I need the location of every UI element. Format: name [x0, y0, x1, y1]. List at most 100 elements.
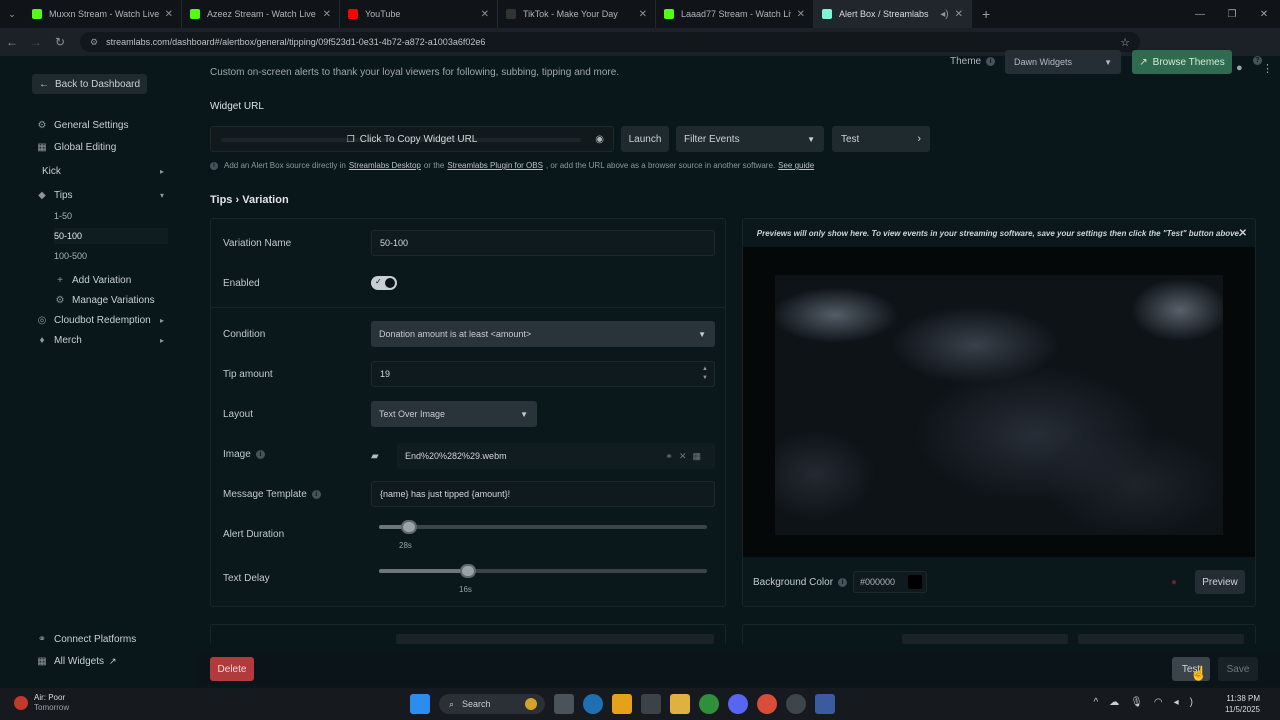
color-swatch[interactable] — [908, 575, 922, 589]
maximize-icon[interactable]: ❐ — [1216, 9, 1248, 20]
obs-plugin-link[interactable]: Streamlabs Plugin for OBS — [447, 161, 543, 170]
alert-duration-slider[interactable] — [379, 520, 707, 534]
tab-close-icon[interactable]: ✕ — [639, 9, 647, 20]
browser-menu-icon[interactable]: ⋮ — [1262, 62, 1273, 75]
manage-variations-button[interactable]: ⚙ Manage Variations — [54, 295, 164, 306]
variation-name-input[interactable]: 50-100 — [371, 230, 715, 256]
test-event-select[interactable]: Test › — [832, 126, 930, 152]
sidebar-subitem-variation[interactable]: 1-50 — [54, 211, 72, 221]
sidebar-item-kick[interactable]: Kick ▸ — [42, 166, 164, 177]
info-icon[interactable]: i — [311, 490, 321, 499]
sidebar-item-cloudbot[interactable]: ◎ Cloudbot Redemption ▸ — [36, 315, 164, 326]
windows-start-icon[interactable] — [410, 694, 430, 714]
record-icon[interactable]: ● — [1171, 577, 1177, 588]
edge-icon[interactable] — [583, 694, 603, 714]
browser-tab[interactable]: Laaad77 Stream - Watch Live o ✕ — [656, 0, 814, 28]
back-to-dashboard-button[interactable]: ← Back to Dashboard — [32, 74, 148, 94]
sidebar-item-global-editing[interactable]: ▦ Global Editing — [36, 142, 164, 153]
discord-icon[interactable] — [728, 694, 748, 714]
chrome-icon[interactable] — [757, 694, 777, 714]
theme-select[interactable]: Dawn Widgets ▼ — [1005, 50, 1121, 74]
sidebar-subitem-variation-selected[interactable]: 50-100 — [54, 228, 168, 244]
file-explorer-icon[interactable] — [670, 694, 690, 714]
close-icon[interactable]: ✕ — [1239, 228, 1247, 239]
link-icon[interactable]: ⚭ — [665, 451, 679, 461]
wifi-icon[interactable]: ◠ — [1154, 697, 1174, 708]
url-field[interactable]: ⚙ streamlabs.com/dashboard#/alertbox/gen… — [80, 32, 1140, 52]
store-icon[interactable] — [641, 694, 661, 714]
condition-select[interactable]: Donation amount is at least <amount> ▼ — [371, 321, 715, 347]
security-shield-icon[interactable] — [815, 694, 835, 714]
browse-themes-button[interactable]: ↗ Browse Themes — [1132, 50, 1232, 74]
streamlabs-desktop-link[interactable]: Streamlabs Desktop — [349, 161, 421, 170]
add-variation-button[interactable]: + Add Variation — [54, 275, 164, 286]
profile-avatar-icon[interactable]: ● — [1236, 62, 1243, 74]
hint-text: or the — [423, 161, 445, 170]
speaker-icon[interactable]: ◂) — [940, 9, 948, 20]
slider-thumb[interactable] — [400, 520, 417, 534]
connect-platforms-link[interactable]: ⚭ Connect Platforms — [36, 634, 164, 645]
volume-icon[interactable]: ◂) — [1174, 697, 1204, 708]
delete-button[interactable]: Delete — [210, 657, 254, 681]
breadcrumb-parent[interactable]: Tips — [210, 194, 232, 206]
bookmark-star-icon[interactable]: ☆ — [1120, 36, 1130, 49]
sidebar-item-merch[interactable]: ♦ Merch ▸ — [36, 335, 164, 346]
browser-tab[interactable]: Muxxn Stream - Watch Live o ✕ — [24, 0, 182, 28]
copilot-icon[interactable] — [612, 694, 632, 714]
sidebar-item-general-settings[interactable]: ⚙ General Settings — [36, 120, 164, 131]
help-icon[interactable]: ? — [1253, 56, 1262, 65]
tray-chevron-icon[interactable]: ^ — [1094, 697, 1110, 708]
browser-tab[interactable]: Azeez Stream - Watch Live on ✕ — [182, 0, 340, 28]
number-stepper-icon[interactable]: ▲ ▼ — [702, 365, 708, 383]
eye-icon[interactable]: ◉ — [595, 134, 604, 145]
launch-button[interactable]: Launch — [621, 126, 669, 152]
enabled-toggle[interactable]: ✓ — [371, 276, 397, 290]
obs-icon[interactable] — [786, 694, 806, 714]
minimize-icon[interactable]: — — [1184, 9, 1216, 20]
tab-search-icon[interactable]: ⌄ — [0, 9, 24, 20]
grid-icon[interactable]: ▦ — [692, 451, 707, 461]
copy-widget-url-field[interactable]: ❐ Click To Copy Widget URL ◉ — [210, 126, 614, 152]
preview-button[interactable]: Preview — [1195, 570, 1245, 594]
info-icon[interactable]: i — [986, 57, 996, 66]
browser-tab[interactable]: YouTube ✕ — [340, 0, 498, 28]
xbox-icon[interactable] — [699, 694, 719, 714]
filter-events-select[interactable]: Filter Events ▼ — [676, 126, 824, 152]
tab-close-icon[interactable]: ✕ — [165, 9, 173, 20]
tab-close-icon[interactable]: ✕ — [481, 9, 489, 20]
background-color-input[interactable]: #000000 — [853, 571, 927, 593]
cloud-icon[interactable]: ☁ — [1109, 697, 1130, 708]
weather-title: Air: Poor — [34, 693, 66, 702]
weather-widget[interactable]: Air: Poor Tomorrow — [14, 693, 69, 713]
sidebar-item-tips[interactable]: ◆ Tips ▾ — [36, 190, 164, 201]
see-guide-link[interactable]: See guide — [778, 161, 814, 170]
browser-tab[interactable]: TikTok - Make Your Day ✕ — [498, 0, 656, 28]
all-widgets-link[interactable]: ▦ All Widgets ↗ — [36, 656, 164, 667]
save-button[interactable]: Save — [1218, 657, 1258, 681]
close-window-icon[interactable]: ✕ — [1248, 9, 1280, 20]
reload-icon[interactable]: ↻ — [48, 35, 72, 49]
sidebar-subitem-variation[interactable]: 100-500 — [54, 251, 87, 261]
browser-tab-active[interactable]: Alert Box / Streamlabs ◂) ✕ — [814, 0, 972, 28]
info-icon[interactable]: i — [255, 450, 265, 459]
image-file-name[interactable]: End%20%282%29.webm ⚭✕▦ — [397, 443, 715, 469]
back-arrow-icon[interactable]: ← — [0, 35, 24, 49]
slider-thumb[interactable] — [459, 564, 476, 578]
site-info-icon[interactable]: ⚙ — [90, 37, 98, 48]
taskbar-search[interactable]: ⌕ Search — [439, 694, 545, 714]
forward-arrow-icon[interactable]: → — [24, 35, 48, 49]
microphone-icon[interactable]: 🎙 — [1130, 697, 1154, 708]
task-view-icon[interactable] — [554, 694, 574, 714]
tip-amount-input[interactable]: 19 ▲ ▼ — [371, 361, 715, 387]
taskbar-clock[interactable]: 11:38 PM 11/5/2025 — [1225, 693, 1260, 715]
info-icon[interactable]: i — [838, 577, 848, 587]
folder-icon[interactable]: ▰ — [371, 451, 389, 462]
tab-close-icon[interactable]: ✕ — [323, 9, 331, 20]
new-tab-icon[interactable]: + — [982, 6, 990, 22]
message-template-input[interactable]: {name} has just tipped {amount}! — [371, 481, 715, 507]
tab-close-icon[interactable]: ✕ — [797, 9, 805, 20]
clear-icon[interactable]: ✕ — [679, 451, 693, 461]
layout-select[interactable]: Text Over Image ▼ — [371, 401, 537, 427]
tab-close-icon[interactable]: ✕ — [955, 9, 963, 20]
text-delay-slider[interactable] — [379, 564, 707, 578]
